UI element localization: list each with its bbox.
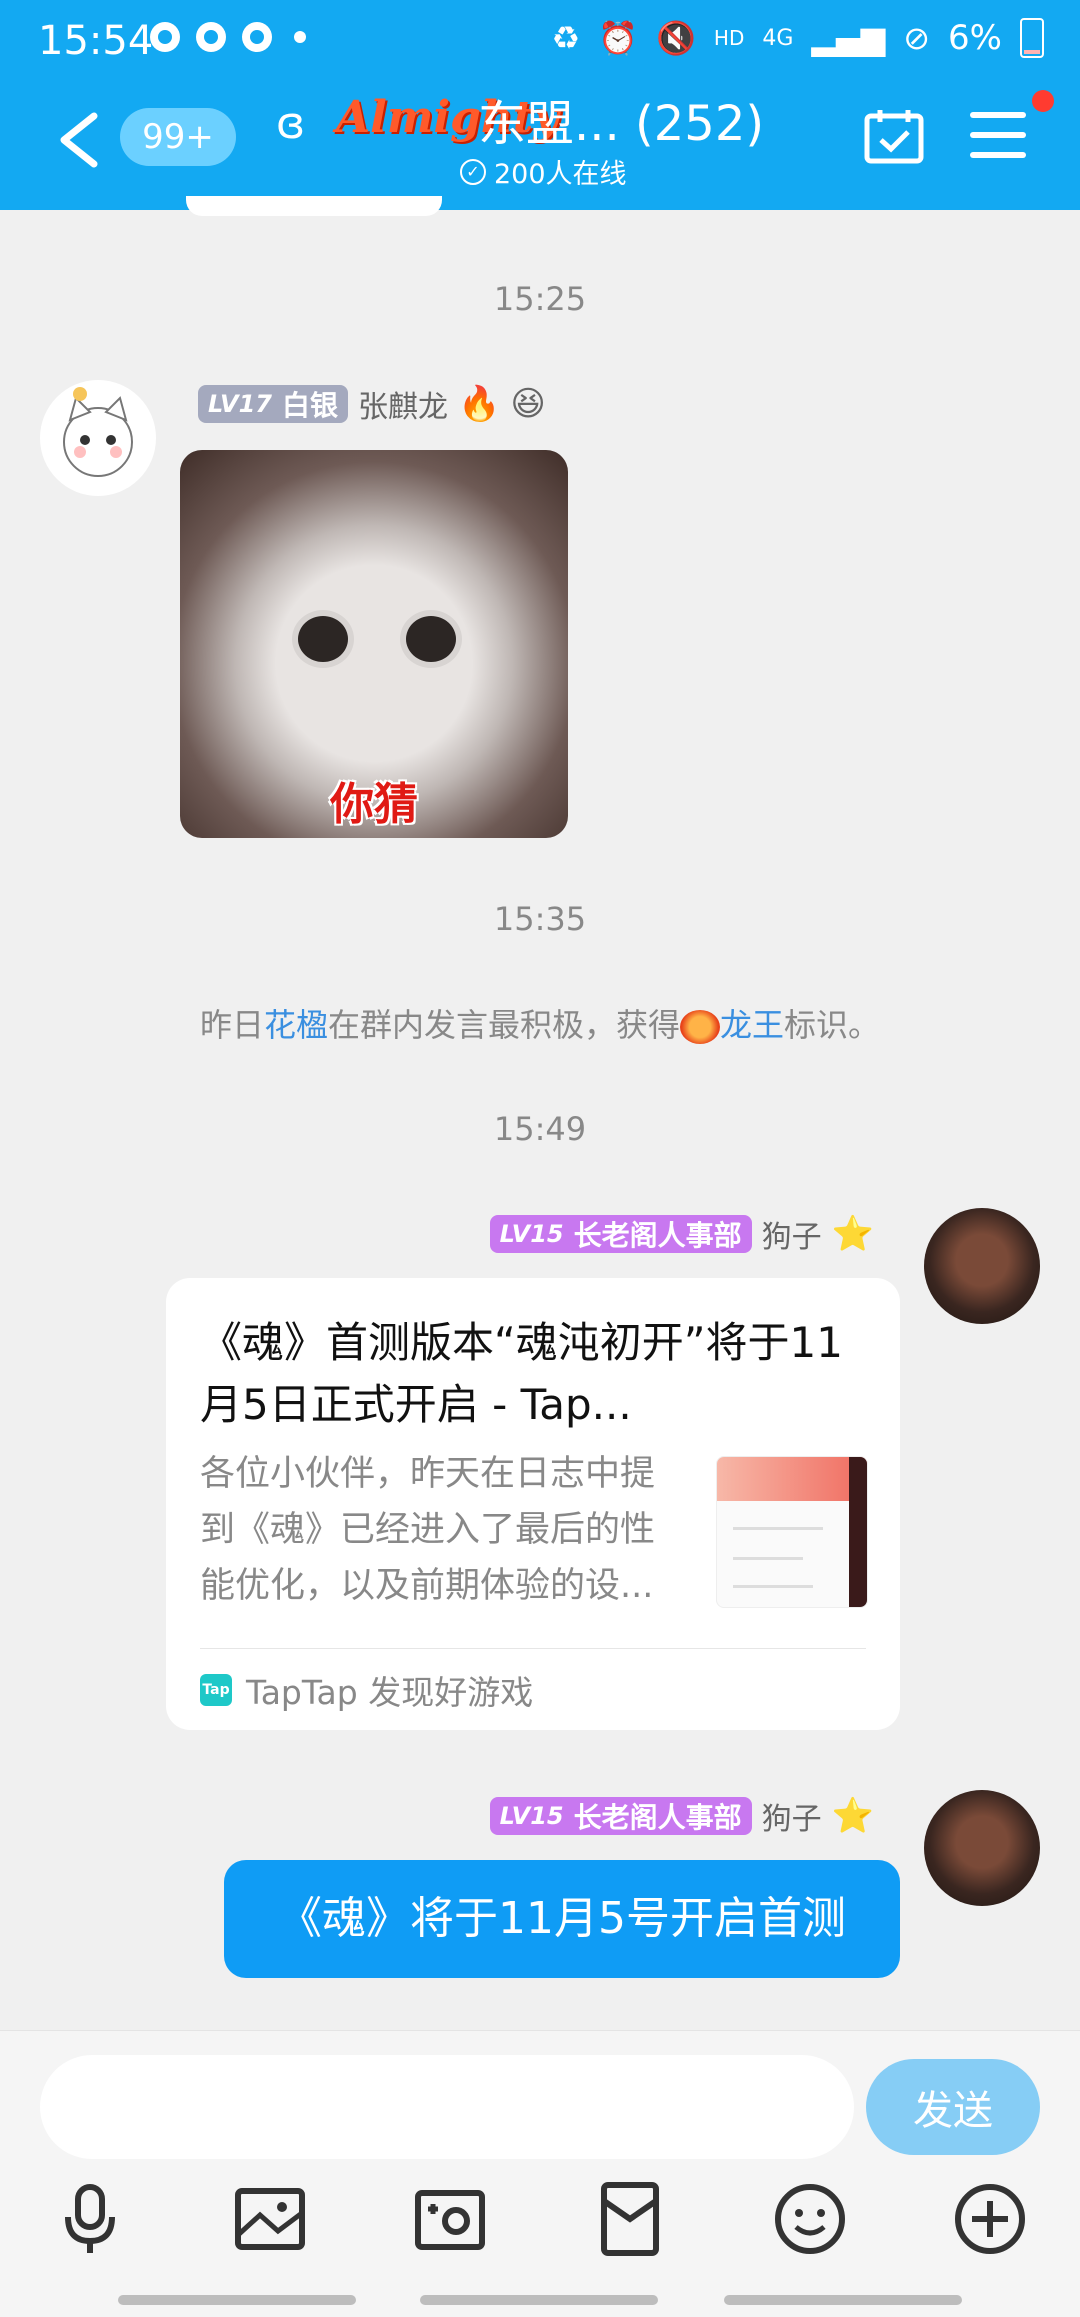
nav-handle — [420, 2295, 658, 2305]
card-source-text: TapTap 发现好游戏 — [246, 1673, 534, 1712]
status-right-icons: ♻ ⏰ 🔇 HD 4G ▂▄▆ ⊘ 6% — [552, 18, 1044, 58]
notice-text: 在群内发言最积极，获得 — [327, 1006, 680, 1044]
input-toolbar — [0, 2179, 1080, 2279]
fire-icon: 🔥 — [457, 384, 501, 424]
nav-handle — [724, 2295, 962, 2305]
emoji-icon[interactable] — [770, 2179, 850, 2259]
message-input[interactable] — [40, 2055, 854, 2159]
sender-nameline: LV15 长老阁人事部 狗子 ⭐ — [489, 1212, 874, 1256]
sender-name[interactable]: 狗子 — [762, 1212, 822, 1256]
card-thumbnail — [716, 1456, 868, 1608]
avatar[interactable] — [924, 1790, 1040, 1906]
system-notice: 昨日花楹在群内发言最积极，获得 龙王标识。 — [0, 1000, 1080, 1046]
online-count-text: 200人在线 — [494, 159, 627, 190]
notice-text: 标识。 — [784, 1006, 881, 1044]
menu-icon[interactable] — [970, 112, 1026, 158]
message-bubble[interactable]: 《魂》将于11月5号开启首测 — [224, 1860, 900, 1978]
smile-badge-icon: 😆 — [510, 384, 546, 424]
camera-icon[interactable] — [410, 2179, 490, 2259]
unread-count-badge[interactable]: 99+ — [120, 108, 236, 166]
alarm-icon: ⏰ — [598, 19, 639, 57]
dragon-king-icon — [680, 1010, 720, 1044]
notice-badge-link[interactable]: 龙王 — [720, 1006, 784, 1044]
image-icon[interactable] — [230, 2179, 310, 2259]
more-notifications-dot-icon — [294, 31, 306, 43]
level-number: LV15 — [499, 1220, 564, 1248]
avatar[interactable] — [924, 1208, 1040, 1324]
sender-nameline: LV15 长老阁人事部 狗子 ⭐ — [489, 1794, 874, 1838]
red-packet-icon[interactable] — [590, 2179, 670, 2259]
sender-name[interactable]: 狗子 — [762, 1794, 822, 1838]
qq-notification-icon — [150, 22, 180, 52]
send-button[interactable]: 发送 — [866, 2059, 1040, 2155]
previous-message-bubble — [186, 196, 442, 216]
sticker-caption: 你猜 — [330, 779, 418, 830]
mute-icon: 🔇 — [656, 19, 696, 57]
battery-percent: 6% — [948, 18, 1002, 58]
message-timestamp: 15:49 — [493, 1110, 587, 1148]
card-title: 《魂》首测版本“魂沌初开”将于11月5日正式开启 - Tap... — [200, 1318, 843, 1429]
status-time: 15:54 — [38, 18, 154, 64]
sticker-cat-eye — [292, 610, 354, 668]
back-arrow-icon[interactable] — [56, 112, 102, 168]
card-divider — [200, 1648, 866, 1649]
battery-icon — [1020, 18, 1044, 58]
notice-user-link[interactable]: 花楹 — [264, 1006, 328, 1044]
recycle-icon: ♻ — [551, 19, 581, 57]
sender-nameline: LV17 白银 张麒龙 🔥 😆 — [198, 382, 546, 426]
qq-notification-icon — [196, 22, 226, 52]
header-bar: 15:54 ♻ ⏰ 🔇 HD 4G ▂▄▆ ⊘ 6% 99+ ɞ Almight… — [0, 0, 1080, 210]
group-title[interactable]: 东盟... (252) — [478, 84, 764, 154]
level-title: 白银 — [281, 389, 338, 422]
crown-badge-icon: ⭐ — [831, 1796, 874, 1836]
level-badge: LV17 白银 — [198, 385, 348, 423]
card-description: 各位小伙伴，昨天在日志中提到《魂》已经进入了最后的性能优化，以及前期体验的设..… — [200, 1454, 656, 1606]
level-title: 长老阁人事部 — [573, 1219, 742, 1252]
level-badge: LV15 长老阁人事部 — [489, 1797, 752, 1835]
hd-label: HD — [713, 26, 745, 50]
signal-icon: ▂▄▆ — [811, 19, 886, 57]
menu-notification-dot — [1032, 90, 1054, 112]
link-share-card[interactable]: 《魂》首测版本“魂沌初开”将于11月5日正式开启 - Tap... 各位小伙伴，… — [166, 1278, 900, 1730]
nav-handle — [118, 2295, 356, 2305]
notice-text: 昨日 — [199, 1006, 264, 1044]
avatar[interactable] — [40, 380, 156, 496]
level-number: LV15 — [499, 1802, 564, 1830]
ear-icon[interactable]: ɞ — [276, 98, 305, 149]
level-number: LV17 — [208, 390, 272, 418]
card-source: Tap TapTap 发现好游戏 — [200, 1666, 533, 1714]
level-title: 长老阁人事部 — [573, 1801, 742, 1834]
network-label: 4G — [762, 25, 794, 51]
plus-icon[interactable] — [950, 2179, 1030, 2259]
no-disturb-icon: ⊘ — [903, 19, 931, 57]
message-timestamp: 15:25 — [493, 280, 587, 318]
level-badge: LV15 长老阁人事部 — [489, 1215, 752, 1253]
microphone-icon[interactable] — [50, 2179, 130, 2259]
calendar-check-icon[interactable] — [864, 108, 924, 164]
crown-badge-icon: ⭐ — [831, 1214, 874, 1254]
cat-avatar-icon — [63, 387, 133, 477]
status-notification-icons — [150, 22, 306, 52]
qq-notification-icon — [242, 22, 272, 52]
message-timestamp: 15:35 — [493, 900, 587, 938]
input-bar: 发送 — [0, 2030, 1080, 2317]
sender-name[interactable]: 张麒龙 — [358, 382, 448, 426]
taptap-icon: Tap — [200, 1674, 232, 1706]
online-count[interactable]: ✓ 200人在线 — [460, 152, 627, 191]
online-check-icon: ✓ — [460, 158, 486, 185]
sticker-cat-eye — [400, 610, 462, 668]
sticker-image[interactable]: 你猜 — [180, 450, 568, 838]
